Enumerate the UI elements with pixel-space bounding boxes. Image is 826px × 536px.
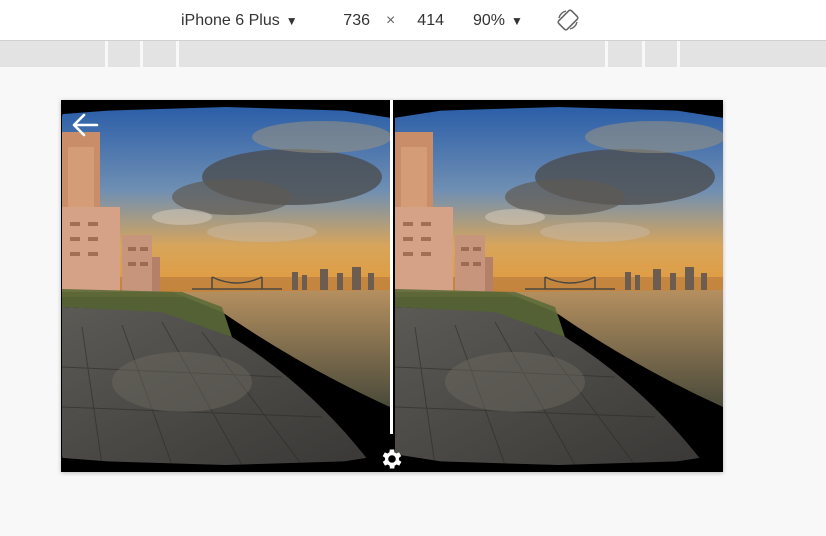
device-toolbar: iPhone 6 Plus ▼ 736 × 414 90% ▼ [0,0,826,41]
gear-icon[interactable] [379,446,405,472]
dimension-separator: × [386,12,396,29]
caret-down-icon: ▼ [285,14,298,28]
device-viewport[interactable] [61,100,723,472]
vr-eye-divider [390,100,393,434]
ruler-divider [605,41,608,67]
ruler-divider [105,41,108,67]
ruler-divider [642,41,645,67]
ruler-divider [677,41,680,67]
device-select[interactable]: iPhone 6 Plus ▼ [181,10,298,32]
ruler-divider [140,41,143,67]
viewport-width-input[interactable]: 736 [330,10,370,32]
back-arrow-icon[interactable] [70,112,100,138]
ruler-divider [176,41,179,67]
vr-left-eye-view [62,107,390,465]
rotate-icon[interactable] [556,8,580,32]
device-select-label: iPhone 6 Plus [181,12,280,29]
zoom-select-label: 90% [473,12,506,29]
media-query-bar[interactable] [0,41,826,67]
zoom-select[interactable]: 90% ▼ [473,10,523,32]
caret-down-icon: ▼ [511,14,523,28]
vr-right-eye-view [395,107,723,465]
viewport-height-input[interactable]: 414 [404,10,444,32]
